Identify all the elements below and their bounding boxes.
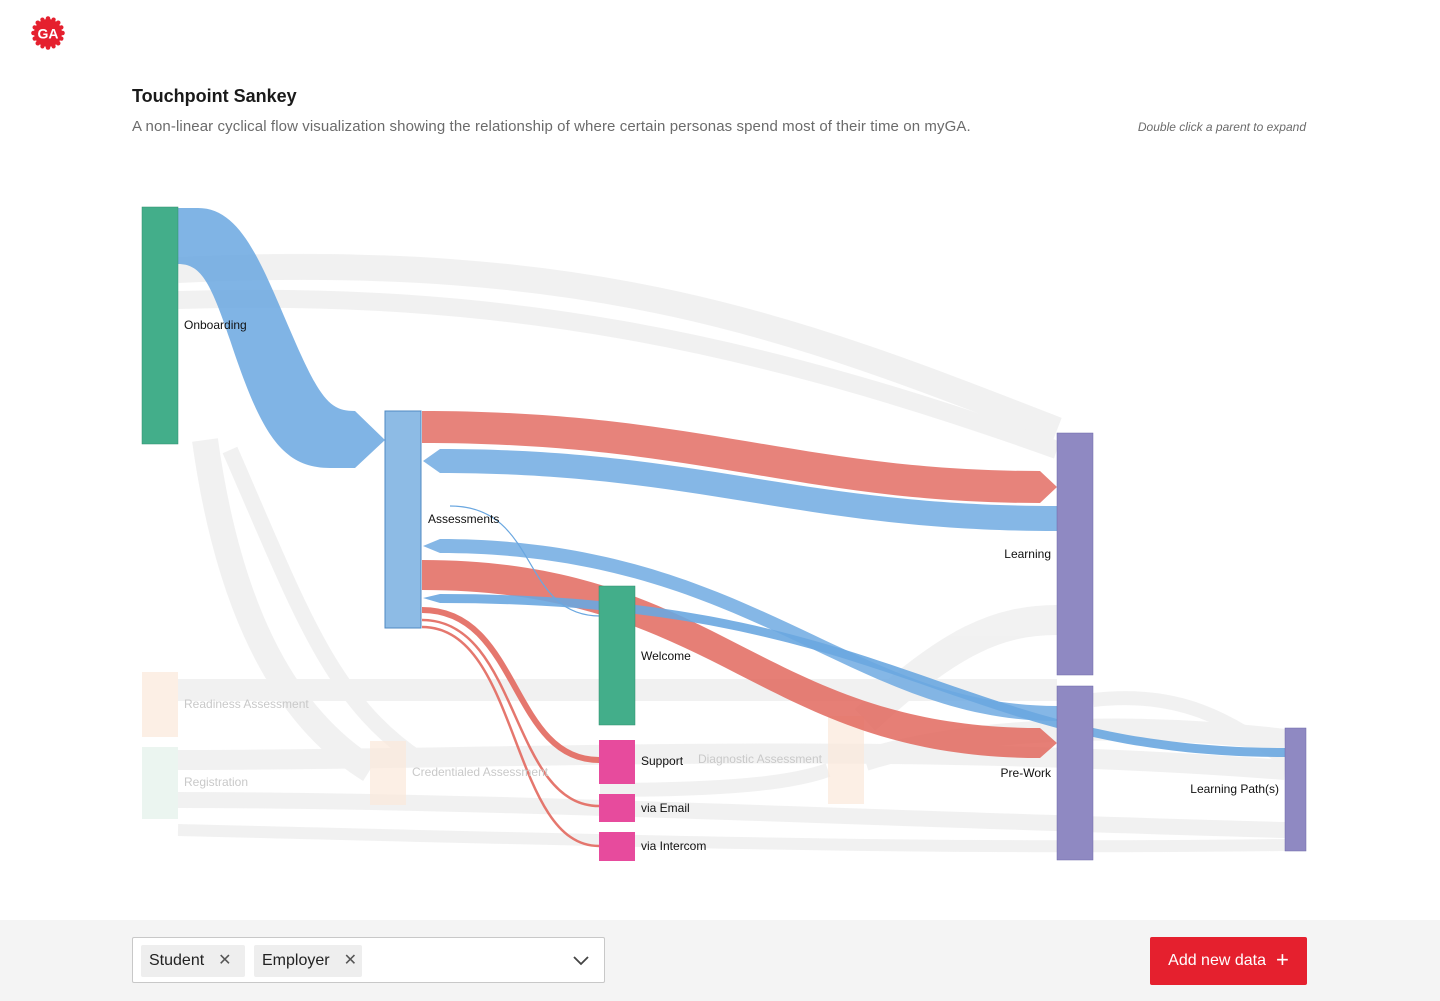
node-labels: Onboarding Assessments Welcome Support v…: [184, 318, 1279, 853]
node-diagnostic-assessment[interactable]: [828, 716, 864, 804]
add-new-data-button[interactable]: Add new data +: [1150, 937, 1307, 985]
label-registration: Registration: [184, 775, 248, 789]
label-via-email: via Email: [641, 801, 690, 815]
label-readiness-assessment: Readiness Assessment: [184, 697, 309, 711]
label-diagnostic-assessment: Diagnostic Assessment: [698, 752, 823, 766]
label-learning-paths: Learning Path(s): [1190, 782, 1279, 796]
label-assessments: Assessments: [428, 512, 499, 526]
label-prework: Pre-Work: [1001, 766, 1052, 780]
node-learning-paths[interactable]: [1284, 727, 1307, 852]
node-onboarding[interactable]: [141, 206, 179, 445]
label-onboarding: Onboarding: [184, 318, 247, 332]
node-assessments[interactable]: [384, 410, 422, 629]
close-icon[interactable]: ✕: [218, 953, 231, 969]
sankey-chart: Onboarding Assessments Welcome Support v…: [141, 206, 1307, 861]
label-via-intercom: via Intercom: [641, 839, 706, 853]
label-welcome: Welcome: [641, 649, 691, 663]
node-registration[interactable]: [142, 747, 178, 819]
add-new-data-label: Add new data: [1168, 952, 1266, 969]
filter-chip-label: Employer: [262, 952, 330, 969]
link-onboarding-assessments[interactable]: [178, 208, 385, 468]
filter-chip-student[interactable]: Student ✕: [141, 945, 245, 977]
node-credentialed-assessment[interactable]: [370, 741, 406, 805]
plus-icon: +: [1276, 947, 1289, 972]
filter-chip-employer[interactable]: Employer ✕: [254, 945, 362, 977]
node-readiness-assessment[interactable]: [142, 672, 178, 737]
node-prework[interactable]: [1056, 685, 1094, 861]
filter-chip-label: Student: [149, 952, 205, 969]
chevron-down-icon[interactable]: [572, 953, 590, 967]
node-support[interactable]: [599, 740, 635, 784]
persona-filter-select[interactable]: Student ✕ Employer ✕: [132, 937, 605, 983]
node-via-email[interactable]: [599, 794, 635, 822]
node-learning[interactable]: [1056, 432, 1094, 676]
label-support: Support: [641, 754, 684, 768]
close-icon[interactable]: ✕: [344, 953, 357, 969]
label-credentialed-assessment: Credentialed Assessment: [412, 765, 549, 779]
node-via-intercom[interactable]: [599, 832, 635, 861]
label-learning: Learning: [1004, 547, 1051, 561]
node-welcome[interactable]: [598, 585, 636, 726]
